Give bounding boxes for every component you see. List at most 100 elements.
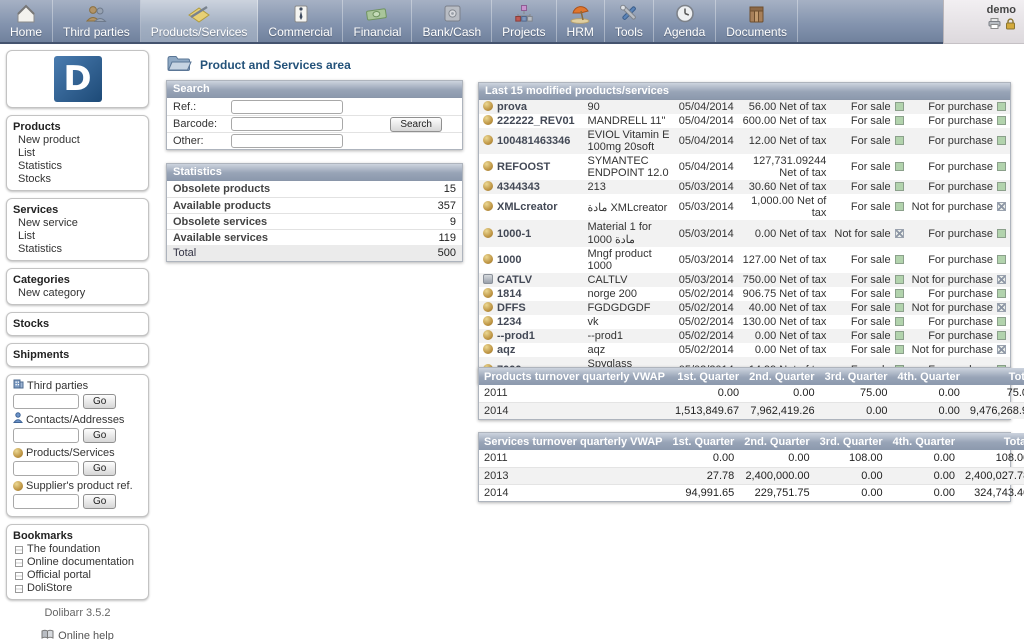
purchase-status: For purchase <box>908 128 1010 154</box>
barcode-search-input[interactable] <box>231 117 343 131</box>
quick-search-contacts-input[interactable] <box>13 428 79 443</box>
tab-projects[interactable]: Projects <box>492 0 556 42</box>
modified-date: 05/04/2014 <box>674 114 738 128</box>
product-ref-link[interactable]: 1000-1 <box>497 228 531 240</box>
quick-search-third-parties-go-button[interactable]: Go <box>83 394 116 409</box>
other-search-input[interactable] <box>231 134 343 148</box>
user-panel: demo <box>943 0 1024 44</box>
quick-search-products-go-button[interactable]: Go <box>83 461 116 476</box>
quick-search-supplier-ref-input[interactable] <box>13 494 79 509</box>
product-price: 750.00 Net of tax <box>738 273 831 287</box>
purchase-status-icon <box>997 116 1006 125</box>
tab-label: Bank/Cash <box>422 25 481 39</box>
sidebar-item[interactable]: New product <box>13 134 142 147</box>
product-ref-link[interactable]: aqz <box>497 344 515 356</box>
quick-search-box: Third parties Go Contacts/Addresses Go <box>6 374 149 517</box>
quick-search-products-input[interactable] <box>13 461 79 476</box>
quick-search-contacts-go-button[interactable]: Go <box>83 428 116 443</box>
product-ref-link[interactable]: 100481463346 <box>497 135 570 147</box>
sidebar-title-products[interactable]: Products <box>13 120 142 134</box>
documents-icon <box>745 2 769 25</box>
bookmark-link[interactable]: The foundation <box>13 543 142 556</box>
statistic-label[interactable]: Available products <box>173 200 271 211</box>
sidebar-item[interactable]: List <box>13 147 142 160</box>
ref-search-input[interactable] <box>231 100 343 114</box>
product-label: 90 <box>583 100 673 114</box>
tab-hrm[interactable]: HRM <box>557 0 605 42</box>
quick-search-supplier-ref-go-button[interactable]: Go <box>83 494 116 509</box>
purchase-status: Not for purchase <box>908 301 1010 315</box>
sidebar-item[interactable]: New category <box>13 287 142 300</box>
sidebar-title-categories[interactable]: Categories <box>13 273 142 287</box>
quick-search-contacts[interactable]: Contacts/Addresses <box>13 412 142 427</box>
product-ref-link[interactable]: 222222_REV01 <box>497 115 575 127</box>
quick-search-third-parties[interactable]: Third parties <box>13 379 142 393</box>
sidebar-item[interactable]: Stocks <box>13 173 142 186</box>
tab-commercial[interactable]: Commercial <box>258 0 343 42</box>
product-ref-link[interactable]: prova <box>497 101 527 113</box>
turnover-value: 0.00 <box>668 450 740 467</box>
modified-date: 05/03/2014 <box>674 220 738 247</box>
commercial-icon <box>289 2 311 25</box>
bookmark-link[interactable]: Online documentation <box>13 556 142 569</box>
product-ref-link[interactable]: 1234 <box>497 316 521 328</box>
product-ref-link[interactable]: XMLcreator <box>497 201 558 213</box>
print-icon[interactable] <box>988 18 1001 33</box>
dolibarr-logo: D <box>54 56 102 102</box>
sidebar-title-services[interactable]: Services <box>13 203 142 217</box>
sidebar-title-shipments[interactable]: Shipments <box>13 348 142 362</box>
product-ref-link[interactable]: 1814 <box>497 288 521 300</box>
tab-home[interactable]: Home <box>0 0 53 42</box>
tab-third-parties[interactable]: Third parties <box>53 0 141 42</box>
product-label: MANDRELL 11" <box>583 114 673 128</box>
statistic-label[interactable]: Obsolete products <box>173 183 270 195</box>
product-ref-link[interactable]: 1000 <box>497 254 521 266</box>
product-ref-link[interactable]: --prod1 <box>497 330 535 342</box>
product-type-icon <box>483 228 493 238</box>
logout-lock-icon[interactable] <box>1005 18 1016 33</box>
tab-documents[interactable]: Documents <box>716 0 798 42</box>
quick-search-products[interactable]: Products/Services <box>13 446 142 460</box>
tab-agenda[interactable]: Agenda <box>654 0 716 42</box>
product-type-icon <box>483 274 493 284</box>
modified-date: 05/04/2014 <box>674 154 738 180</box>
purchase-status-label: For purchase <box>928 228 993 240</box>
table-row: prova 90 05/04/2014 56.00 Net of tax For… <box>479 100 1010 114</box>
sidebar-item[interactable]: New service <box>13 217 142 230</box>
top-menu-bar: Home Third parties Products/Services Com… <box>0 0 943 44</box>
product-ref-link[interactable]: CATLV <box>497 274 532 286</box>
tab-financial[interactable]: Financial <box>343 0 412 42</box>
tab-bank-cash[interactable]: Bank/Cash <box>412 0 492 42</box>
sidebar-item[interactable]: Statistics <box>13 243 142 256</box>
quick-search-supplier-ref[interactable]: Supplier's product ref. <box>13 479 142 493</box>
quick-search-third-parties-input[interactable] <box>13 394 79 409</box>
modified-date: 05/04/2014 <box>674 100 738 114</box>
product-ref-link[interactable]: DFFS <box>497 302 526 314</box>
tab-products-services[interactable]: Products/Services <box>141 0 259 42</box>
statistic-label[interactable]: Available services <box>173 232 268 243</box>
product-type-icon <box>483 254 493 264</box>
sidebar-item[interactable]: List <box>13 230 142 243</box>
turnover-year: 2014 <box>479 484 668 501</box>
sale-status: For sale <box>830 180 907 194</box>
sidebar-title-stocks[interactable]: Stocks <box>13 317 142 331</box>
purchase-status: Not for purchase <box>908 273 1010 287</box>
search-button[interactable]: Search <box>390 117 442 132</box>
purchase-status: For purchase <box>908 180 1010 194</box>
online-help-link[interactable]: Online help <box>6 629 149 640</box>
bookmark-link[interactable]: Official portal <box>13 569 142 582</box>
statistic-label[interactable]: Obsolete services <box>173 216 267 227</box>
purchase-status-label: For purchase <box>928 161 993 173</box>
purchase-status-label: For purchase <box>928 316 993 328</box>
table-row: DFFS FGDGDGDF 05/02/2014 40.00 Net of ta… <box>479 301 1010 315</box>
purchase-status-label: Not for purchase <box>912 302 993 314</box>
tab-label: Third parties <box>63 25 130 39</box>
turnover-value: 0.00 <box>888 467 960 484</box>
bookmark-link[interactable]: DoliStore <box>13 582 142 595</box>
purchase-status: For purchase <box>908 247 1010 273</box>
sidebar-item[interactable]: Statistics <box>13 160 142 173</box>
statistics-panel-title: Statistics <box>167 164 462 181</box>
tab-tools[interactable]: Tools <box>605 0 654 42</box>
product-ref-link[interactable]: 4344343 <box>497 181 540 193</box>
product-ref-link[interactable]: REFOOST <box>497 161 550 173</box>
